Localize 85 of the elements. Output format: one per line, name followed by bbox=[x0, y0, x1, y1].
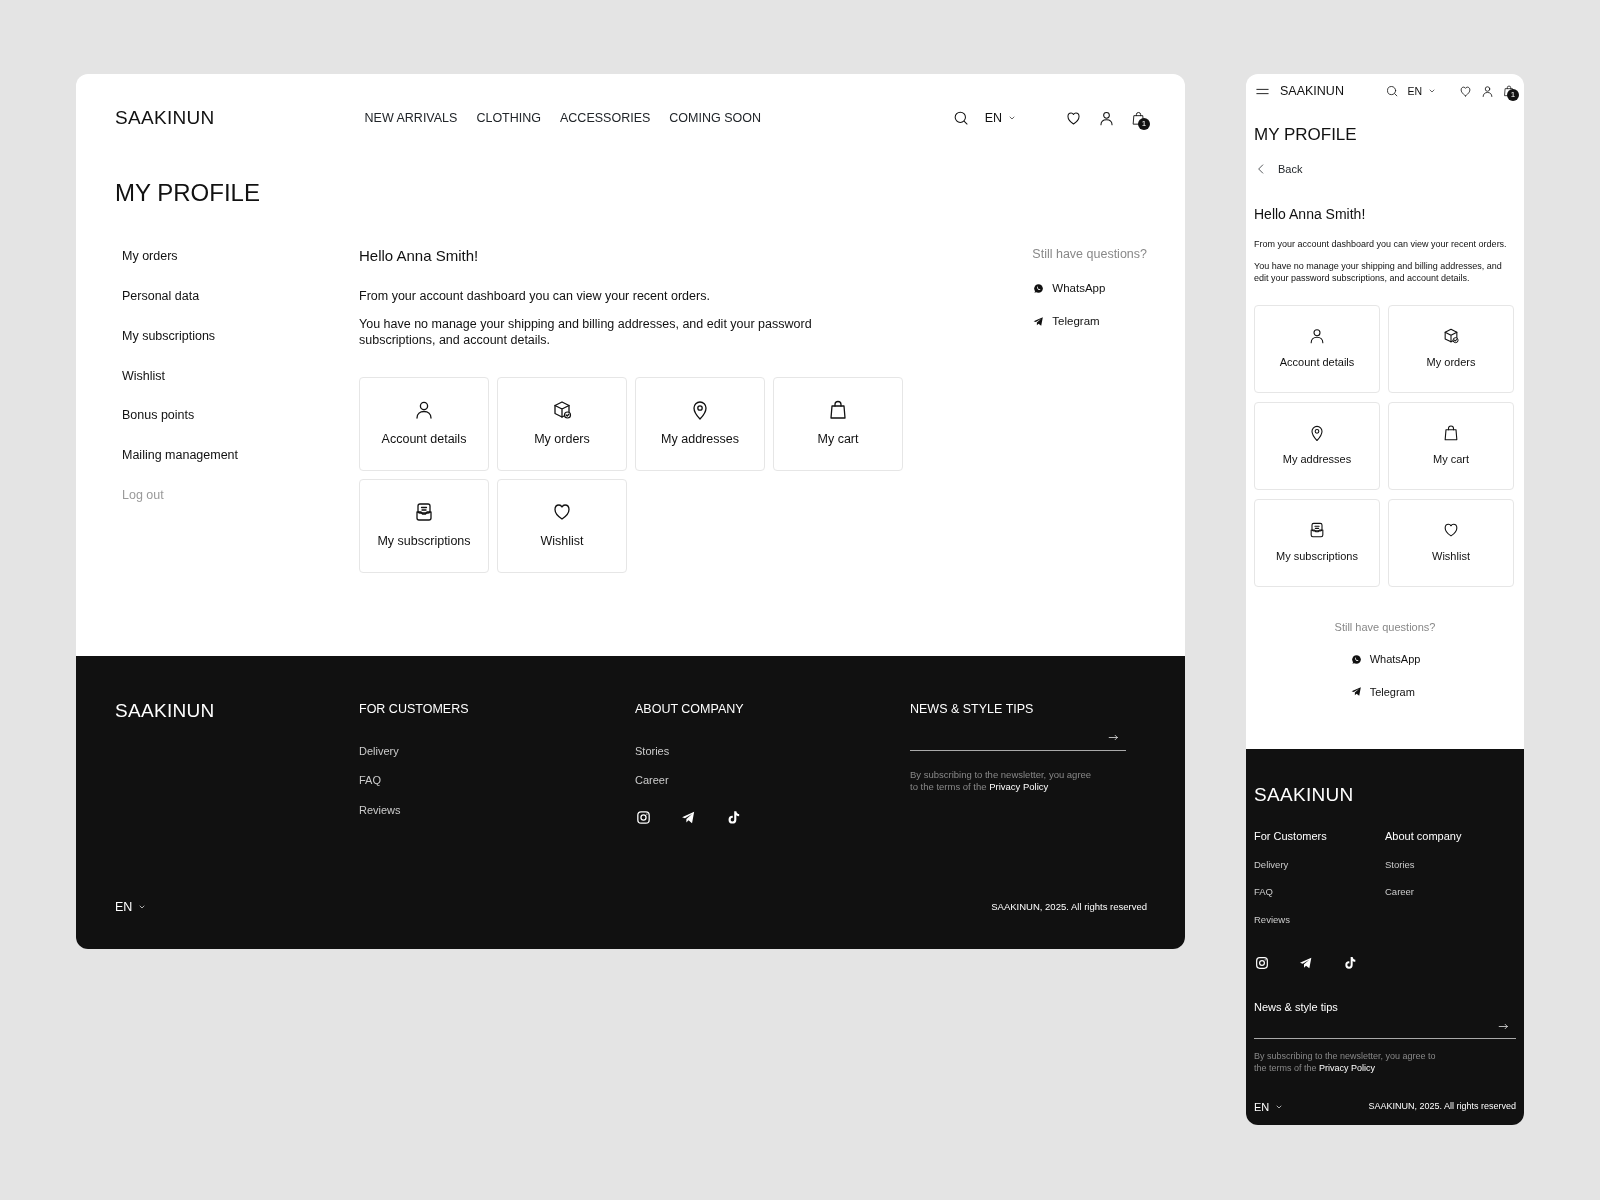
wishlist-button[interactable] bbox=[1458, 83, 1473, 99]
privacy-policy-link[interactable]: Privacy Policy bbox=[989, 781, 1049, 793]
footer-heading: NEWS & STYLE TIPS bbox=[910, 701, 1035, 718]
profile-tile[interactable]: Wishlist bbox=[497, 478, 627, 573]
footer-link[interactable]: FAQ bbox=[1254, 885, 1385, 900]
footer-link[interactable]: FAQ bbox=[359, 772, 635, 789]
contact-link[interactable]: WhatsApp bbox=[1032, 280, 1147, 298]
sidebar-link[interactable]: Mailing management bbox=[122, 446, 359, 465]
footer-logo: SAAKINUN bbox=[1254, 783, 1355, 807]
profile-tile[interactable]: My subscriptions bbox=[1254, 498, 1380, 587]
cart-button[interactable]: 1 bbox=[1130, 109, 1147, 127]
contact-link[interactable]: Telegram bbox=[1349, 683, 1415, 701]
back-link[interactable]: Back bbox=[1254, 161, 1303, 178]
footer-heading: For Customers bbox=[1254, 828, 1328, 844]
footer-link[interactable]: Stories bbox=[635, 742, 910, 760]
greeting: Hello Anna Smith! bbox=[1254, 204, 1367, 224]
questions-heading: Still have questions? bbox=[1334, 619, 1436, 635]
sidebar-link[interactable]: Wishlist bbox=[122, 366, 359, 386]
whatsapp-icon bbox=[1032, 282, 1046, 296]
social-link[interactable] bbox=[1254, 954, 1270, 971]
profile-tile[interactable]: My cart bbox=[773, 376, 903, 471]
social-link[interactable] bbox=[635, 808, 652, 826]
nav-link[interactable]: NEW ARRIVALS bbox=[364, 108, 458, 128]
shopping-bag-icon bbox=[1502, 84, 1516, 99]
brand-logo[interactable]: SAAKINUN bbox=[115, 104, 215, 133]
brand-logo[interactable]: SAAKINUN bbox=[1280, 82, 1344, 101]
page-title: MY PROFILE bbox=[115, 178, 261, 208]
greeting: Hello Anna Smith! bbox=[359, 246, 480, 267]
sidebar-link[interactable]: Bonus points bbox=[122, 406, 359, 426]
language-selector[interactable]: EN bbox=[115, 897, 149, 917]
sidebar-link[interactable]: My orders bbox=[122, 247, 359, 267]
whatsapp-icon bbox=[1349, 652, 1363, 666]
profile-tile[interactable]: My cart bbox=[1388, 401, 1514, 490]
newsletter-note: By subscribing to the newsletter, you agree to the terms of the Privacy Policy bbox=[1254, 1051, 1437, 1075]
newsletter-note: By subscribing to the newsletter, you agree to the terms of the Privacy Policy bbox=[910, 768, 1093, 794]
intro-text: You have no manage your shipping and billing addresses, and edit your password subscriptions, and account details. bbox=[1254, 261, 1503, 285]
user-icon bbox=[1480, 83, 1495, 99]
profile-tile[interactable]: Account details bbox=[1254, 304, 1380, 393]
cart-count-badge: 1 bbox=[1507, 89, 1519, 102]
footer-link[interactable]: Delivery bbox=[1254, 858, 1385, 873]
profile-tile[interactable]: My orders bbox=[1388, 304, 1514, 393]
copyright-text: SAAKINUN, 2025. All rights reserved bbox=[1368, 1100, 1516, 1114]
profile-tile[interactable]: Wishlist bbox=[1388, 498, 1514, 587]
footer-link[interactable]: Delivery bbox=[359, 742, 635, 760]
contact-link[interactable]: WhatsApp bbox=[1349, 651, 1421, 668]
language-selector[interactable]: EN bbox=[984, 108, 1018, 128]
sidebar-link[interactable]: Personal data bbox=[122, 287, 359, 306]
intro-text: You have no manage your shipping and billing addresses, and edit your password subscriptions, and account details. bbox=[359, 316, 813, 349]
nav-link[interactable]: CLOTHING bbox=[476, 108, 541, 128]
footer-heading: About company bbox=[1385, 828, 1463, 844]
language-selector[interactable]: EN bbox=[1407, 83, 1438, 100]
profile-tile[interactable]: My addresses bbox=[1254, 401, 1380, 490]
tiktok-icon bbox=[1342, 954, 1358, 971]
instagram-icon bbox=[1254, 954, 1270, 971]
profile-tile[interactable]: Account details bbox=[359, 376, 489, 471]
profile-tile[interactable]: My addresses bbox=[635, 376, 765, 471]
footer-heading: News & style tips bbox=[1254, 999, 1339, 1015]
intro-text: From your account dashboard you can view your recent orders. bbox=[359, 287, 711, 305]
heart-icon bbox=[1458, 83, 1473, 99]
footer-link[interactable]: Reviews bbox=[359, 801, 635, 819]
footer-logo: SAAKINUN bbox=[115, 699, 216, 723]
footer-link[interactable]: Reviews bbox=[1254, 912, 1385, 927]
nav-link[interactable]: ACCESSORIES bbox=[560, 108, 651, 128]
intro-text: From your account dashboard you can view your recent orders. bbox=[1254, 238, 1508, 251]
profile-tile[interactable]: My subscriptions bbox=[359, 478, 489, 573]
footer-link[interactable]: Stories bbox=[1385, 858, 1516, 873]
language-selector[interactable]: EN bbox=[1254, 1098, 1286, 1116]
contact-link[interactable]: Telegram bbox=[1032, 313, 1147, 331]
cart-button[interactable]: 1 bbox=[1502, 84, 1516, 99]
footer-heading: ABOUT COMPANY bbox=[635, 701, 745, 718]
instagram-icon bbox=[635, 808, 652, 826]
cart-count-badge: 1 bbox=[1138, 117, 1150, 130]
nav-link[interactable]: COMING SOON bbox=[669, 108, 761, 128]
sidebar-link[interactable]: My subscriptions bbox=[122, 326, 359, 346]
account-button[interactable] bbox=[1480, 83, 1495, 99]
page-title: MY PROFILE bbox=[1254, 124, 1358, 146]
footer-link[interactable]: Career bbox=[635, 772, 910, 789]
copyright-text: SAAKINUN, 2025. All rights reserved bbox=[991, 900, 1147, 914]
shopping-bag-icon bbox=[1130, 109, 1147, 127]
profile-tile[interactable]: My orders bbox=[497, 376, 627, 471]
questions-heading: Still have questions? bbox=[1032, 246, 1147, 264]
privacy-policy-link[interactable]: Privacy Policy bbox=[1319, 1062, 1376, 1073]
footer-heading: FOR CUSTOMERS bbox=[359, 701, 470, 718]
footer-link[interactable]: Career bbox=[1385, 885, 1516, 900]
social-link[interactable] bbox=[1342, 954, 1358, 971]
